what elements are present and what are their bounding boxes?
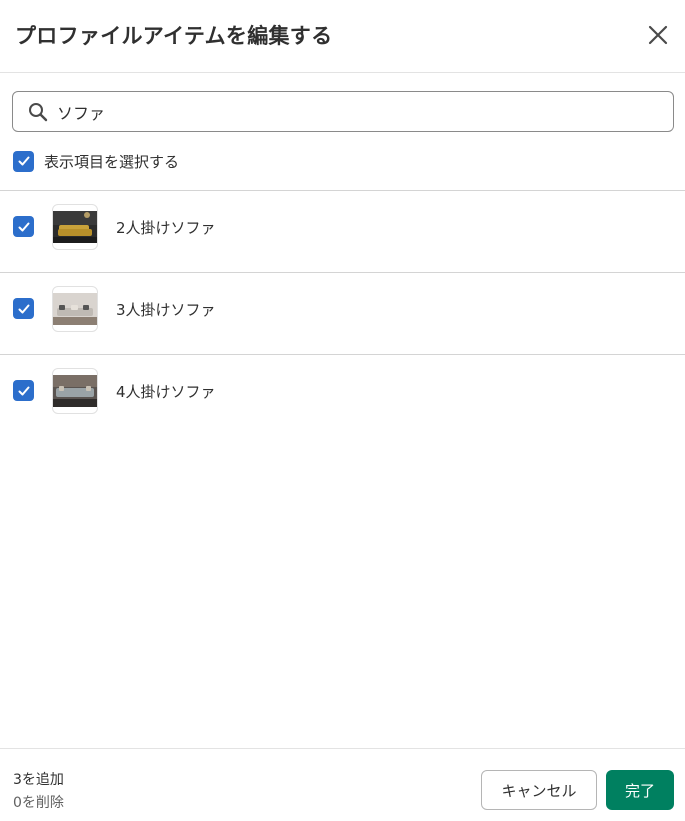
- item-checkbox[interactable]: [13, 298, 34, 319]
- item-checkbox[interactable]: [13, 216, 34, 237]
- item-thumbnail: [52, 204, 98, 250]
- select-all-checkbox[interactable]: [13, 150, 34, 172]
- search-input[interactable]: [57, 100, 657, 124]
- item-list: 2人掛けソファ 3人掛けソファ 4人掛けソファ: [0, 190, 685, 436]
- modal-title: プロファイルアイテムを編集する: [15, 24, 333, 48]
- item-label: 3人掛けソファ: [116, 301, 216, 319]
- list-item[interactable]: 2人掛けソファ: [0, 190, 685, 272]
- item-label: 2人掛けソファ: [116, 219, 216, 237]
- select-all-row[interactable]: 表示項目を選択する: [13, 150, 179, 172]
- checkmark-icon: [18, 386, 29, 395]
- item-thumbnail: [52, 286, 98, 332]
- checkmark-icon: [18, 156, 29, 166]
- list-item[interactable]: 3人掛けソファ: [0, 272, 685, 354]
- search-field[interactable]: [12, 91, 674, 132]
- cancel-button[interactable]: キャンセル: [481, 770, 597, 810]
- checkmark-icon: [18, 304, 29, 313]
- item-checkbox[interactable]: [13, 380, 34, 401]
- removed-count: 0を削除: [13, 795, 64, 811]
- added-count: 3を追加: [13, 772, 64, 788]
- sofa-photo-icon: [53, 293, 97, 325]
- sofa-photo-icon: [53, 211, 97, 243]
- close-icon: [648, 25, 668, 45]
- select-all-label: 表示項目を選択する: [44, 152, 180, 171]
- item-label: 4人掛けソファ: [116, 383, 216, 401]
- modal-footer: 3を追加 0を削除 キャンセル 完了: [0, 748, 685, 821]
- list-item[interactable]: 4人掛けソファ: [0, 354, 685, 436]
- checkmark-icon: [18, 222, 29, 231]
- modal-header: プロファイルアイテムを編集する: [0, 0, 685, 73]
- search-icon: [29, 103, 48, 122]
- close-button[interactable]: [640, 17, 676, 53]
- item-thumbnail: [52, 368, 98, 414]
- done-button[interactable]: 完了: [606, 770, 674, 810]
- sofa-photo-icon: [53, 375, 97, 407]
